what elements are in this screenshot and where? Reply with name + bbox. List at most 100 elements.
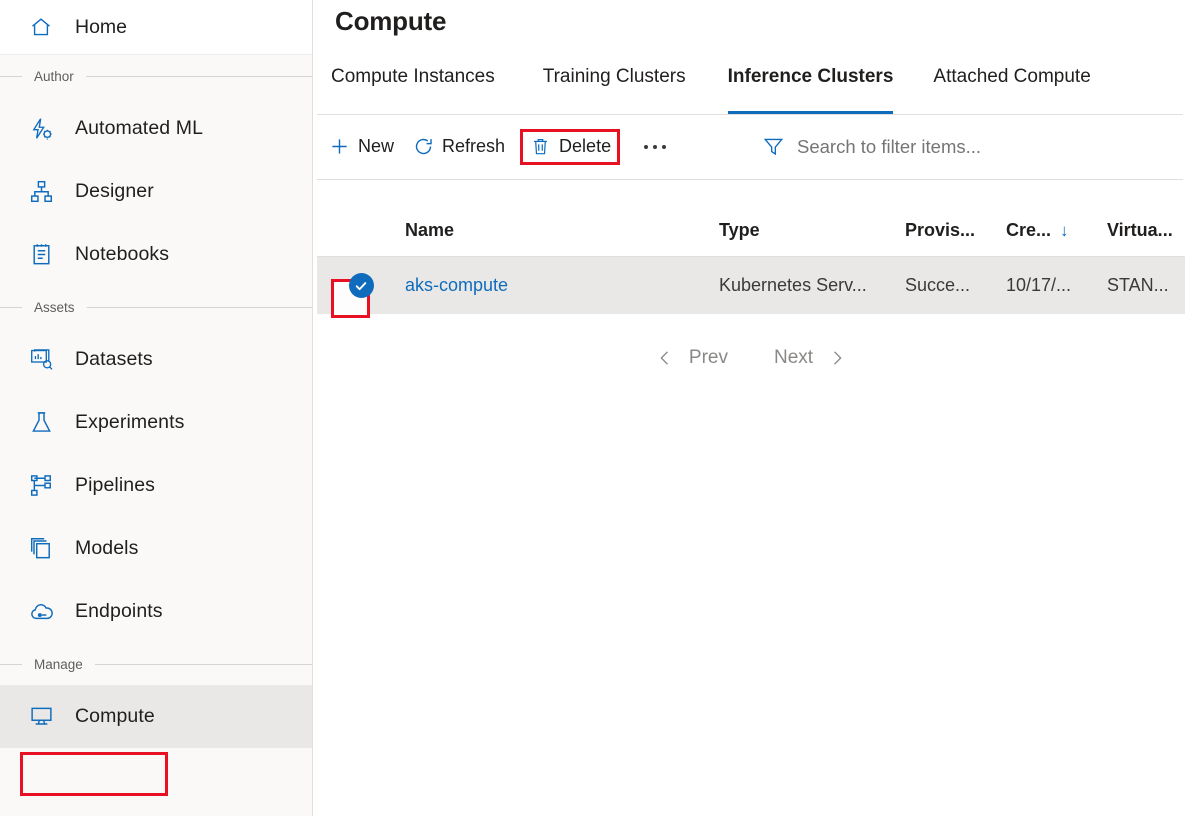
row-cell-type: Kubernetes Serv... — [719, 275, 905, 296]
sidebar-section-assets: Assets — [0, 286, 312, 328]
table-row[interactable]: aks-compute Kubernetes Serv... Succe... … — [317, 257, 1185, 314]
compute-type-value: Kubernetes Serv... — [719, 275, 867, 295]
sidebar-item-compute-label: Compute — [75, 705, 155, 728]
tab-compute-instances[interactable]: Compute Instances — [331, 64, 495, 114]
sidebar-item-automated-ml[interactable]: Automated ML — [0, 97, 312, 160]
filter-icon — [761, 135, 785, 159]
pagination: Prev Next — [317, 335, 1185, 380]
sidebar-item-notebooks[interactable]: Notebooks — [0, 223, 312, 286]
page-title: Compute — [335, 6, 446, 37]
notebooks-icon — [28, 242, 54, 268]
command-bar: New Refresh — [319, 124, 678, 169]
sidebar-item-pipelines-label: Pipelines — [75, 474, 155, 497]
tab-training-clusters[interactable]: Training Clusters — [543, 64, 686, 114]
column-header-name[interactable]: Name — [405, 220, 719, 241]
column-header-created-label: Cre... — [1006, 220, 1051, 241]
divider-left — [0, 664, 22, 665]
refresh-icon — [412, 136, 434, 158]
main-content: Compute Compute Instances Training Clust… — [313, 0, 1202, 816]
tab-compute-instances-label: Compute Instances — [331, 64, 495, 88]
delete-button[interactable]: Delete — [520, 129, 620, 165]
provisioning-state-value: Succe... — [905, 275, 970, 295]
sidebar-item-datasets-label: Datasets — [75, 348, 153, 371]
tab-bar: Compute Instances Training Clusters Infe… — [313, 64, 1202, 114]
column-header-provisioning[interactable]: Provis... — [905, 220, 1006, 241]
chevron-left-icon[interactable] — [647, 348, 683, 368]
delete-button-label: Delete — [559, 136, 611, 157]
sidebar-section-manage-label: Manage — [22, 657, 95, 672]
refresh-button-label: Refresh — [442, 136, 505, 157]
sidebar-item-home-label: Home — [75, 16, 127, 39]
row-select-cell[interactable] — [317, 273, 405, 298]
column-header-created[interactable]: Cre... ↓ — [1006, 220, 1107, 241]
sort-descending-icon: ↓ — [1060, 222, 1069, 239]
tab-attached-compute[interactable]: Attached Compute — [933, 64, 1090, 114]
table-header-row: Name Type Provis... Cre... ↓ Virtua... — [317, 205, 1185, 257]
models-icon — [28, 536, 54, 562]
tabs-divider — [317, 114, 1183, 115]
sidebar-section-author: Author — [0, 55, 312, 97]
sidebar: Home Author Automated ML — [0, 0, 313, 816]
sidebar-section-author-label: Author — [22, 69, 86, 84]
command-bar-divider — [317, 179, 1183, 180]
column-header-name-label: Name — [405, 220, 454, 240]
row-checkbox-checked[interactable] — [349, 273, 374, 298]
datasets-icon — [28, 347, 54, 373]
sidebar-item-endpoints[interactable]: Endpoints — [0, 580, 312, 643]
sidebar-item-experiments-label: Experiments — [75, 411, 184, 434]
divider-right — [95, 664, 312, 665]
divider-right — [87, 307, 312, 308]
tab-attached-compute-label: Attached Compute — [933, 64, 1090, 88]
trash-icon — [529, 136, 551, 158]
sidebar-item-experiments[interactable]: Experiments — [0, 391, 312, 454]
sidebar-item-designer-label: Designer — [75, 180, 154, 203]
sidebar-item-models-label: Models — [75, 537, 138, 560]
divider-left — [0, 76, 22, 77]
annotation-box-compute — [20, 752, 168, 796]
sidebar-item-endpoints-label: Endpoints — [75, 600, 163, 623]
sidebar-item-automated-ml-label: Automated ML — [75, 117, 203, 140]
sidebar-item-designer[interactable]: Designer — [0, 160, 312, 223]
more-commands-button[interactable] — [632, 129, 678, 165]
sidebar-item-notebooks-label: Notebooks — [75, 243, 169, 266]
sidebar-item-datasets[interactable]: Datasets — [0, 328, 312, 391]
app-root: Home Author Automated ML — [0, 0, 1202, 816]
new-button[interactable]: New — [319, 129, 403, 165]
sidebar-item-home[interactable]: Home — [0, 0, 312, 55]
tab-inference-clusters[interactable]: Inference Clusters — [728, 64, 894, 114]
sidebar-item-models[interactable]: Models — [0, 517, 312, 580]
row-cell-provisioning: Succe... — [905, 275, 1006, 296]
search-input[interactable]: Search to filter items... — [761, 124, 981, 169]
row-cell-name[interactable]: aks-compute — [405, 275, 719, 296]
compute-table: Name Type Provis... Cre... ↓ Virtua... — [317, 205, 1185, 314]
pipelines-icon — [28, 473, 54, 499]
row-cell-virtual-machine: STAN... — [1107, 275, 1202, 296]
endpoints-icon — [28, 599, 54, 625]
divider-left — [0, 307, 22, 308]
virtual-machine-size-value: STAN... — [1107, 275, 1169, 295]
sidebar-item-compute[interactable]: Compute — [0, 685, 312, 748]
column-header-virtual-machine[interactable]: Virtua... — [1107, 220, 1202, 241]
compute-icon — [28, 704, 54, 730]
automated-ml-icon — [28, 116, 54, 142]
next-page-button[interactable]: Next — [768, 347, 819, 369]
column-header-type[interactable]: Type — [719, 220, 905, 241]
sidebar-item-pipelines[interactable]: Pipelines — [0, 454, 312, 517]
designer-icon — [28, 179, 54, 205]
refresh-button[interactable]: Refresh — [403, 129, 514, 165]
search-placeholder: Search to filter items... — [797, 136, 981, 158]
ellipsis-icon — [644, 145, 666, 149]
prev-page-button[interactable]: Prev — [683, 347, 734, 369]
chevron-right-icon[interactable] — [819, 348, 855, 368]
tab-inference-clusters-label: Inference Clusters — [728, 64, 894, 88]
column-header-provisioning-label: Provis... — [905, 220, 975, 240]
column-header-virtual-machine-label: Virtua... — [1107, 220, 1173, 240]
created-on-value: 10/17/... — [1006, 275, 1071, 296]
compute-name-link[interactable]: aks-compute — [405, 275, 508, 295]
column-header-type-label: Type — [719, 220, 760, 240]
divider-right — [86, 76, 312, 77]
sidebar-section-manage: Manage — [0, 643, 312, 685]
plus-icon — [328, 136, 350, 158]
home-icon — [28, 14, 54, 40]
sidebar-section-assets-label: Assets — [22, 300, 87, 315]
